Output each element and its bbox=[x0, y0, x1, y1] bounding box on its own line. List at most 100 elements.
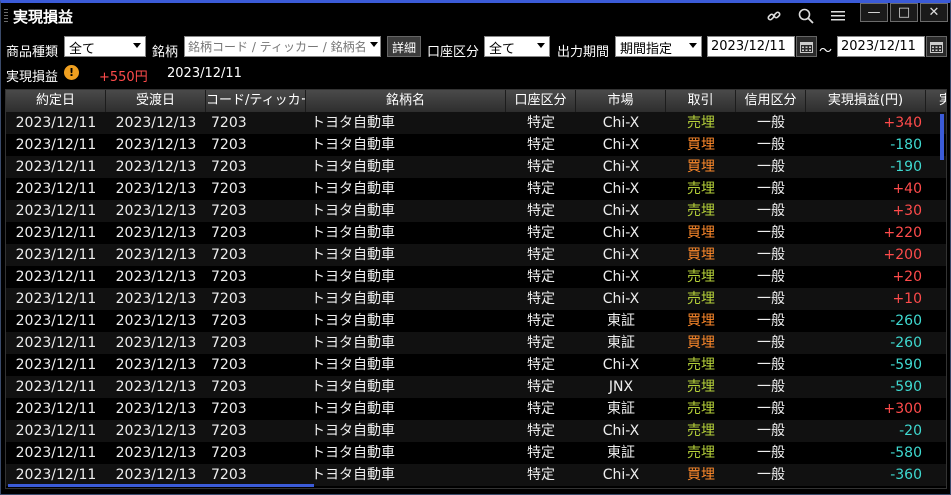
cell-issue-name: トヨタ自動車 bbox=[311, 159, 395, 175]
cell-realized-pl: +200 bbox=[883, 247, 922, 263]
drag-grip-icon[interactable] bbox=[4, 9, 8, 23]
header-realized-pl[interactable]: 実現損益(円) bbox=[806, 90, 926, 112]
cell-account: 特定 bbox=[527, 137, 555, 153]
filter-bar: 商品種類 全て 銘柄 詳細 口座区分 全て 出力期間 期間指定 2023/12/… bbox=[1, 36, 950, 60]
account-type-value: 全て bbox=[489, 42, 516, 57]
detail-button[interactable]: 詳細 bbox=[387, 36, 422, 57]
issue-search-input[interactable] bbox=[184, 36, 381, 57]
cell-realized-pl: -190 bbox=[890, 159, 922, 175]
cell-market: Chi-X bbox=[602, 225, 640, 241]
cell-trade-type: 売埋 bbox=[687, 291, 715, 307]
date-to-input[interactable]: 2023/12/11 bbox=[837, 36, 925, 57]
cell-trade-type: 売埋 bbox=[687, 357, 715, 373]
minimize-button[interactable]: — bbox=[860, 3, 888, 22]
cell-credit-type: 一般 bbox=[757, 291, 785, 307]
cell-credit-type: 一般 bbox=[757, 269, 785, 285]
date-from-input[interactable]: 2023/12/11 bbox=[707, 36, 795, 57]
header-market[interactable]: 市場 bbox=[576, 90, 666, 112]
cell-credit-type: 一般 bbox=[757, 225, 785, 241]
table-row[interactable]: 2023/12/11 2023/12/13 7203 トヨタ自動車 特定 東証 売埋 一般 -5… bbox=[6, 442, 946, 464]
cell-code: 7203 bbox=[211, 225, 247, 241]
table-row[interactable]: 2023/12/11 2023/12/13 7203 トヨタ自動車 特定 Chi-X 買埋 一… bbox=[6, 464, 946, 486]
issue-dropdown[interactable] bbox=[364, 36, 381, 57]
cell-account: 特定 bbox=[527, 247, 555, 263]
cell-account: 特定 bbox=[527, 291, 555, 307]
cell-realized-pl: -580 bbox=[890, 445, 922, 461]
maximize-button[interactable]: □ bbox=[890, 3, 918, 22]
table-row[interactable]: 2023/12/11 2023/12/13 7203 トヨタ自動車 特定 東証 買埋 一般 -2… bbox=[6, 332, 946, 354]
cell-account: 特定 bbox=[527, 401, 555, 417]
cell-market: Chi-X bbox=[602, 203, 640, 219]
date-from-calendar-button[interactable] bbox=[796, 36, 817, 57]
cell-settle-date: 2023/12/13 bbox=[115, 313, 197, 329]
table-row[interactable]: 2023/12/11 2023/12/13 7203 トヨタ自動車 特定 Chi-X 売埋 一… bbox=[6, 288, 946, 310]
cell-credit-type: 一般 bbox=[757, 467, 785, 483]
account-type-select[interactable]: 全て bbox=[484, 36, 550, 57]
header-trade-type[interactable]: 取引 bbox=[666, 90, 736, 112]
cell-settle-date: 2023/12/13 bbox=[115, 159, 197, 175]
cell-realized-pl: -260 bbox=[890, 335, 922, 351]
cell-code: 7203 bbox=[211, 269, 247, 285]
header-trade-date[interactable]: 約定日 bbox=[6, 90, 106, 112]
cell-realized-pl: -180 bbox=[890, 137, 922, 153]
cell-code: 7203 bbox=[211, 115, 247, 131]
table-row[interactable]: 2023/12/11 2023/12/13 7203 トヨタ自動車 特定 東証 売埋 一般 +3… bbox=[6, 398, 946, 420]
header-credit-type[interactable]: 信用区分 bbox=[736, 90, 806, 112]
output-period-select[interactable]: 期間指定 bbox=[615, 36, 702, 57]
table-row[interactable]: 2023/12/11 2023/12/13 7203 トヨタ自動車 特定 Chi-X 買埋 一… bbox=[6, 134, 946, 156]
cell-realized-pl: +10 bbox=[892, 291, 922, 307]
table-row[interactable]: 2023/12/11 2023/12/13 7203 トヨタ自動車 特定 Chi-X 売埋 一… bbox=[6, 178, 946, 200]
cell-code: 7203 bbox=[211, 159, 247, 175]
cell-code: 7203 bbox=[211, 335, 247, 351]
table-row[interactable]: 2023/12/11 2023/12/13 7203 トヨタ自動車 特定 Chi-X 売埋 一… bbox=[6, 200, 946, 222]
chevron-down-icon bbox=[689, 43, 697, 48]
search-icon[interactable] bbox=[796, 6, 816, 26]
table-row[interactable]: 2023/12/11 2023/12/13 7203 トヨタ自動車 特定 Chi-X 売埋 一… bbox=[6, 420, 946, 442]
menu-icon[interactable] bbox=[828, 6, 848, 26]
table-row[interactable]: 2023/12/11 2023/12/13 7203 トヨタ自動車 特定 JNX 売埋 一般 -… bbox=[6, 376, 946, 398]
cell-issue-name: トヨタ自動車 bbox=[311, 423, 395, 439]
table-body: 2023/12/11 2023/12/13 7203 トヨタ自動車 特定 Chi-X 売埋一… bbox=[6, 112, 946, 486]
table-row[interactable]: 2023/12/11 2023/12/13 7203 トヨタ自動車 特定 東証 買埋 一般 -2… bbox=[6, 310, 946, 332]
table-row[interactable]: 2023/12/11 2023/12/13 7203 トヨタ自動車 特定 Chi-X 買埋 一… bbox=[6, 156, 946, 178]
cell-credit-type: 一般 bbox=[757, 401, 785, 417]
title-bar[interactable]: 実現損益 — □ ✕ bbox=[1, 3, 950, 29]
horizontal-scrollbar[interactable] bbox=[6, 484, 946, 488]
cell-trade-date: 2023/12/11 bbox=[15, 335, 97, 351]
cell-realized-pl: +300 bbox=[883, 401, 922, 417]
header-code[interactable]: コード/ティッカー bbox=[206, 90, 306, 112]
cell-code: 7203 bbox=[211, 445, 247, 461]
table-row[interactable]: 2023/12/11 2023/12/13 7203 トヨタ自動車 特定 Chi-X 売埋 一… bbox=[6, 112, 946, 134]
cell-realized-pl: +40 bbox=[892, 181, 922, 197]
table-row[interactable]: 2023/12/11 2023/12/13 7203 トヨタ自動車 特定 Chi-X 売埋 一… bbox=[6, 266, 946, 288]
cell-trade-date: 2023/12/11 bbox=[15, 247, 97, 263]
cell-trade-type: 売埋 bbox=[687, 269, 715, 285]
cell-settle-date: 2023/12/13 bbox=[115, 203, 197, 219]
cell-credit-type: 一般 bbox=[757, 445, 785, 461]
link-icon[interactable] bbox=[764, 6, 784, 26]
warning-icon[interactable]: ! bbox=[64, 65, 79, 80]
product-type-select[interactable]: 全て bbox=[64, 36, 146, 57]
table-row[interactable]: 2023/12/11 2023/12/13 7203 トヨタ自動車 特定 Chi-X 買埋 一… bbox=[6, 222, 946, 244]
date-to-calendar-button[interactable] bbox=[926, 36, 947, 57]
vertical-scrollbar[interactable] bbox=[940, 112, 945, 487]
horizontal-scroll-thumb[interactable] bbox=[8, 484, 314, 487]
cell-issue-name: トヨタ自動車 bbox=[311, 401, 395, 417]
cell-market: Chi-X bbox=[602, 159, 640, 175]
cell-settle-date: 2023/12/13 bbox=[115, 401, 197, 417]
header-settle-date[interactable]: 受渡日 bbox=[106, 90, 206, 112]
cell-trade-type: 買埋 bbox=[687, 247, 715, 263]
header-extra[interactable]: 実 bbox=[926, 90, 946, 112]
cell-trade-date: 2023/12/11 bbox=[15, 379, 97, 395]
cell-market: 東証 bbox=[607, 335, 635, 351]
cell-trade-type: 買埋 bbox=[687, 313, 715, 329]
close-button[interactable]: ✕ bbox=[920, 3, 948, 22]
vertical-scroll-thumb[interactable] bbox=[940, 114, 944, 160]
header-issue-name[interactable]: 銘柄名 bbox=[306, 90, 506, 112]
table-row[interactable]: 2023/12/11 2023/12/13 7203 トヨタ自動車 特定 Chi-X 買埋 一… bbox=[6, 244, 946, 266]
table-row[interactable]: 2023/12/11 2023/12/13 7203 トヨタ自動車 特定 Chi-X 売埋 一… bbox=[6, 354, 946, 376]
cell-issue-name: トヨタ自動車 bbox=[311, 225, 395, 241]
issue-label: 銘柄 bbox=[152, 45, 179, 60]
cell-credit-type: 一般 bbox=[757, 137, 785, 153]
header-account[interactable]: 口座区分 bbox=[506, 90, 576, 112]
